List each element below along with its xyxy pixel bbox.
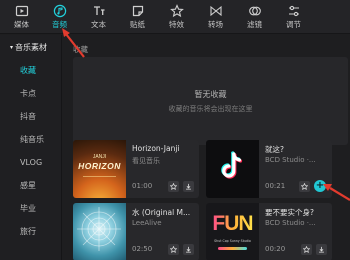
track-card[interactable]: 就这? BCD Studio ·... 00:21 + xyxy=(206,140,332,198)
track-card[interactable]: 水 (Original M... LeeAlive 02:50 xyxy=(73,203,199,260)
tab-label: 音频 xyxy=(52,20,67,29)
favorite-star-icon[interactable] xyxy=(168,181,179,192)
tab-audio[interactable]: 音频 xyxy=(40,0,79,34)
track-duration: 01:00 xyxy=(132,182,153,190)
tab-label: 转场 xyxy=(208,20,223,29)
cover-text: FUN xyxy=(212,212,253,235)
music-library-label: 音乐素材 xyxy=(15,42,48,52)
track-artist: LeeAlive xyxy=(132,219,162,227)
track-duration: 00:20 xyxy=(265,245,286,253)
download-icon[interactable] xyxy=(316,244,327,255)
track-duration: 02:50 xyxy=(132,245,153,253)
sidebar-item-emotion[interactable]: 感星 xyxy=(0,174,61,197)
text-icon xyxy=(93,6,104,15)
tab-sticker[interactable]: 贴纸 xyxy=(118,0,157,34)
track-card[interactable]: FUN Shut Cop Sunny Studio 要不要实个身? BCD St… xyxy=(206,203,332,260)
tab-label: 媒体 xyxy=(14,20,29,29)
tab-effects[interactable]: 特效 xyxy=(157,0,196,34)
tab-label: 特效 xyxy=(169,20,184,29)
music-library-header[interactable]: ▾ 音乐素材 xyxy=(0,35,61,59)
album-cover: JANJI HORIZON xyxy=(73,140,126,198)
download-icon[interactable] xyxy=(183,181,194,192)
sidebar-item-douyin[interactable]: 抖音 xyxy=(0,105,61,128)
track-title: 就这? xyxy=(265,145,284,154)
favorites-empty-text: 暂无收藏 xyxy=(194,89,227,99)
tab-filter[interactable]: 滤镜 xyxy=(235,0,274,34)
music-category-sidebar: ▾ 音乐素材 收藏 卡点 抖音 纯音乐 VLOG 感星 毕业 旅行 xyxy=(0,35,62,260)
sticker-icon xyxy=(132,5,143,17)
tab-label: 文本 xyxy=(91,20,106,29)
album-cover xyxy=(206,140,259,198)
sidebar-item-beat[interactable]: 卡点 xyxy=(0,82,61,105)
track-title: 水 (Original M... xyxy=(132,208,191,217)
album-cover: FUN Shut Cop Sunny Studio xyxy=(206,203,259,260)
tab-label: 贴纸 xyxy=(130,20,145,29)
tiktok-logo-icon xyxy=(221,151,243,179)
track-title: Horizon-Janji xyxy=(132,144,180,153)
media-icon xyxy=(15,5,28,17)
tab-text[interactable]: 文本 xyxy=(79,0,118,34)
favorite-star-icon[interactable] xyxy=(301,244,312,255)
download-icon[interactable] xyxy=(183,244,194,255)
music-panel: 收藏 暂无收藏 收藏的音乐将会出现在这里 卡点 JANJI HORIZON Ho… xyxy=(63,35,350,260)
track-card[interactable]: JANJI HORIZON Horizon-Janji 看见音乐 01:00 xyxy=(73,140,199,198)
tab-media[interactable]: 媒体 xyxy=(3,0,40,34)
add-to-track-button[interactable]: + xyxy=(314,180,326,192)
cover-horizon-line xyxy=(83,176,116,177)
filter-icon xyxy=(248,6,261,16)
tab-transition[interactable]: 转场 xyxy=(196,0,235,34)
track-title: 要不要实个身? xyxy=(265,208,314,217)
cover-stripe xyxy=(218,247,247,250)
favorites-section-title: 收藏 xyxy=(73,45,88,54)
cover-pattern xyxy=(77,207,121,251)
track-artist: BCD Studio ·... xyxy=(265,156,316,164)
audio-icon xyxy=(53,4,66,18)
tab-label: 调节 xyxy=(286,20,301,29)
tab-label: 滤镜 xyxy=(247,20,262,29)
track-duration: 00:21 xyxy=(265,182,286,190)
favorites-empty-box: 暂无收藏 收藏的音乐将会出现在这里 xyxy=(73,57,348,145)
tab-adjust[interactable]: 调节 xyxy=(274,0,313,34)
favorites-hint-text: 收藏的音乐将会出现在这里 xyxy=(168,104,253,113)
cover-subtext: Shut Cop Sunny Studio xyxy=(214,239,251,243)
cover-text: HORIZON xyxy=(78,161,121,171)
adjust-icon xyxy=(288,5,299,17)
favorite-star-icon[interactable] xyxy=(299,181,310,192)
sidebar-item-favorites[interactable]: 收藏 xyxy=(0,59,61,82)
track-artist: BCD Studio ·... xyxy=(265,219,316,227)
album-cover xyxy=(73,203,126,260)
sidebar-item-pure-music[interactable]: 纯音乐 xyxy=(0,128,61,151)
favorite-star-icon[interactable] xyxy=(168,244,179,255)
top-toolbar: 媒体 音频 文本 贴纸 特效 转场 滤镜 调节 xyxy=(0,0,350,34)
sidebar-item-travel[interactable]: 旅行 xyxy=(0,220,61,243)
sidebar-item-vlog[interactable]: VLOG xyxy=(0,151,61,174)
track-artist: 看见音乐 xyxy=(132,157,160,165)
sidebar-item-graduation[interactable]: 毕业 xyxy=(0,197,61,220)
caret-down-icon: ▾ xyxy=(10,43,14,51)
cover-text-small: JANJI xyxy=(92,154,107,160)
effects-icon xyxy=(169,4,184,18)
transition-icon xyxy=(209,5,222,17)
